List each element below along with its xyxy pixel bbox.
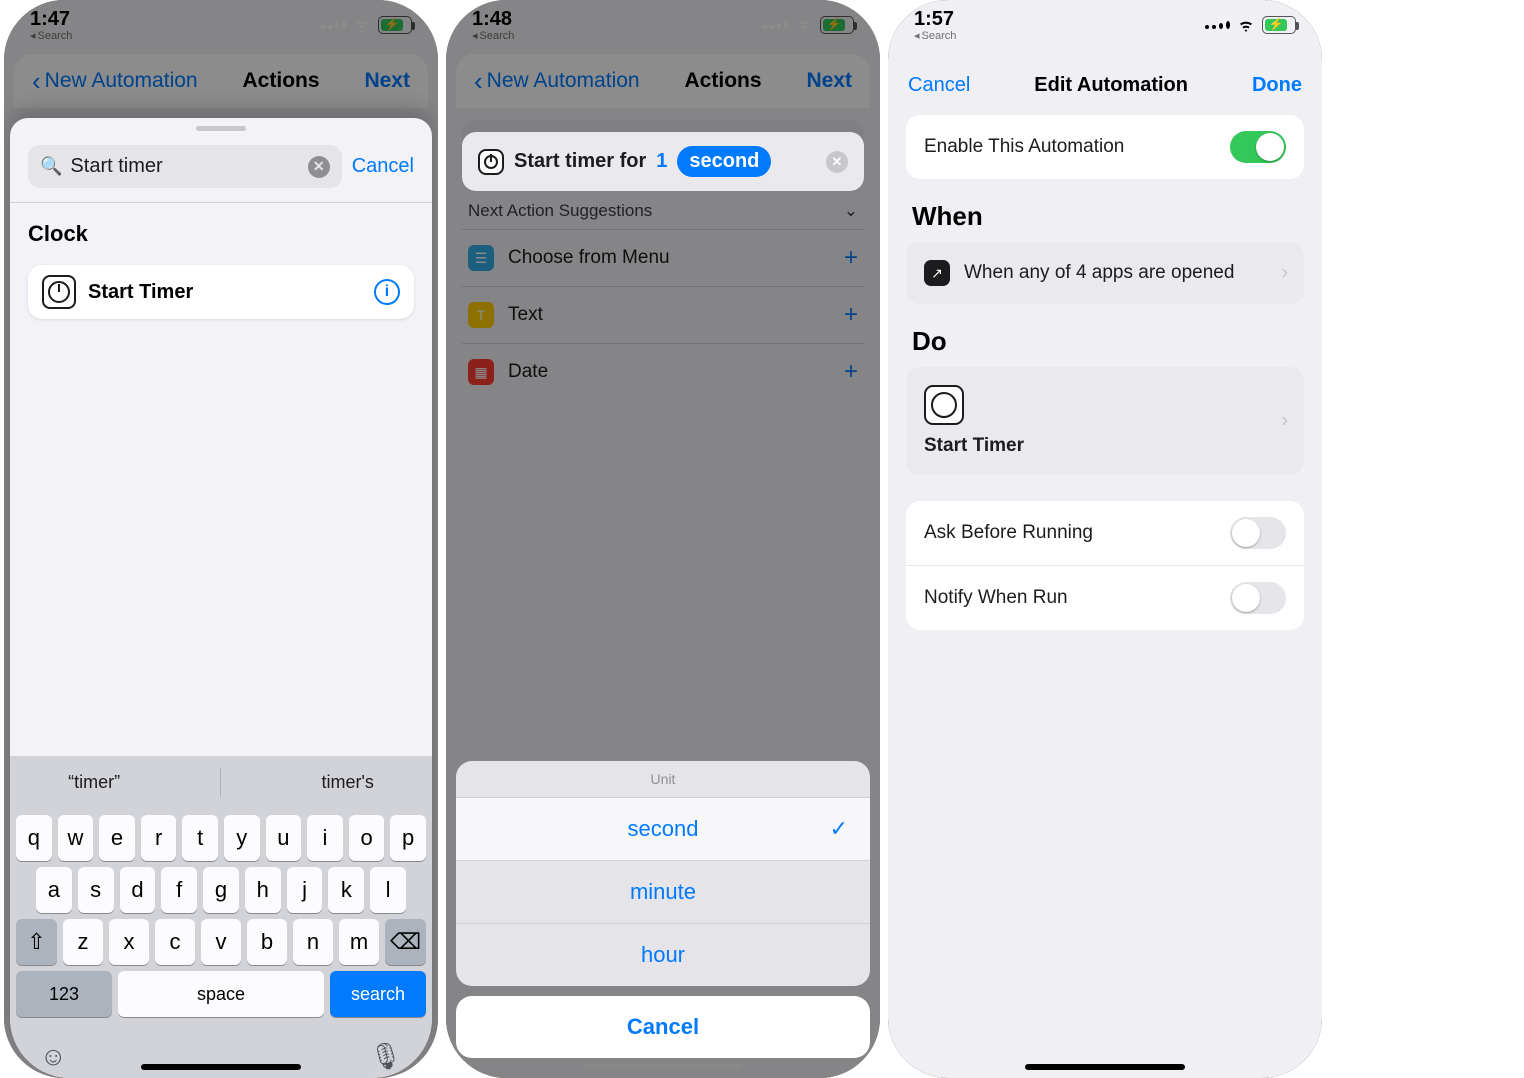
emoji-key[interactable]: ☺ [40,1041,67,1072]
key-m[interactable]: m [339,919,379,965]
key-s[interactable]: s [78,867,114,913]
key-x[interactable]: x [109,919,149,965]
backspace-key[interactable]: ⌫ [385,919,426,965]
notify-when-run-label: Notify When Run [924,587,1068,609]
when-description: When any of 4 apps are opened [964,262,1234,284]
key-i[interactable]: i [307,815,343,861]
when-trigger-row[interactable]: When any of 4 apps are opened › [906,242,1304,304]
key-t[interactable]: t [182,815,218,861]
panel-1: 1:47 ◂ Search ⚡ ‹New Automation Actions … [4,0,438,1078]
battery-icon: ⚡ [1262,16,1296,34]
key-g[interactable]: g [203,867,239,913]
key-r[interactable]: r [141,815,177,861]
do-action-row[interactable]: Start Timer › [906,367,1304,475]
wifi-icon [1236,18,1256,32]
clock-icon [924,385,964,425]
checkmark-icon: ✓ [830,816,848,842]
key-w[interactable]: w [58,815,94,861]
picker-cancel-button[interactable]: Cancel [456,996,870,1058]
remove-action-icon[interactable]: ✕ [826,151,848,173]
status-bar: 1:57 ◂ Search ⚡ [888,0,1322,50]
app-open-icon [924,260,950,286]
key-y[interactable]: y [224,815,260,861]
cancel-button[interactable]: Cancel [908,74,970,97]
key-e[interactable]: e [99,815,135,861]
key-v[interactable]: v [201,919,241,965]
prediction-1[interactable]: “timer” [52,768,136,797]
notify-when-run-toggle[interactable] [1230,582,1286,614]
key-f[interactable]: f [161,867,197,913]
home-indicator[interactable] [1025,1064,1185,1070]
panel-2: 1:48 ◂ Search ⚡ ‹New Automation Actions … [446,0,880,1078]
home-indicator[interactable] [583,1064,743,1070]
sheet-handle[interactable] [196,126,246,131]
key-b[interactable]: b [247,919,287,965]
space-key[interactable]: space [118,971,324,1017]
picker-option-hour[interactable]: hour [456,923,870,986]
key-c[interactable]: c [155,919,195,965]
key-k[interactable]: k [328,867,364,913]
picker-option-minute[interactable]: minute [456,860,870,923]
dictation-key[interactable]: 🎙 [369,1041,402,1072]
key-a[interactable]: a [36,867,72,913]
key-d[interactable]: d [120,867,156,913]
search-key[interactable]: search [330,971,426,1017]
do-action-label: Start Timer [924,435,1024,457]
chevron-right-icon: › [1281,262,1288,285]
key-l[interactable]: l [370,867,406,913]
run-options-list: Ask Before Running Notify When Run [906,501,1304,630]
key-q[interactable]: q [16,815,52,861]
key-h[interactable]: h [245,867,281,913]
result-start-timer[interactable]: Start Timer i [28,265,414,319]
enable-automation-toggle[interactable] [1230,131,1286,163]
status-time: 1:57 [914,8,954,31]
shift-key[interactable]: ⇧ [16,919,57,965]
section-do: Do [912,326,1298,357]
picker-option-second[interactable]: second ✓ [456,797,870,860]
enable-automation-label: Enable This Automation [924,136,1124,158]
panel-3: 1:57 ◂ Search ⚡ Cancel Edit Automation D… [888,0,1322,1078]
search-sheet: 🔍 Start timer ✕ Cancel Clock Start Timer… [10,118,432,1078]
section-header-clock: Clock [10,203,432,265]
picker-title: Unit [456,761,870,797]
back-to-search[interactable]: ◂ Search [914,29,956,42]
ask-before-running-label: Ask Before Running [924,522,1093,544]
key-z[interactable]: z [63,919,103,965]
search-input[interactable]: 🔍 Start timer ✕ [28,145,342,188]
clock-icon [42,275,76,309]
keyboard: “timer” timer's q w e r t y u i o [10,756,432,1078]
prediction-2[interactable]: timer's [305,768,389,797]
nav-title: Edit Automation [1034,74,1188,97]
search-cancel[interactable]: Cancel [352,155,414,178]
chevron-right-icon: › [1281,410,1288,433]
key-n[interactable]: n [293,919,333,965]
done-button[interactable]: Done [1252,74,1302,97]
action-block-start-timer-highlighted[interactable]: Start timer for 1 second ✕ [462,132,864,191]
key-p[interactable]: p [390,815,426,861]
enable-automation-row: Enable This Automation [906,115,1304,179]
key-o[interactable]: o [349,815,385,861]
key-u[interactable]: u [266,815,302,861]
nav-bar: Cancel Edit Automation Done [888,50,1322,115]
ask-before-running-toggle[interactable] [1230,517,1286,549]
search-icon: 🔍 [40,156,62,177]
search-value: Start timer [70,155,162,178]
key-j[interactable]: j [287,867,323,913]
info-icon[interactable]: i [374,279,400,305]
numbers-key[interactable]: 123 [16,971,112,1017]
section-when: When [912,201,1298,232]
result-label: Start Timer [88,281,193,304]
clear-icon[interactable]: ✕ [308,156,330,178]
home-indicator[interactable] [141,1064,301,1070]
unit-picker: Unit second ✓ minute hour Cancel [456,761,870,1058]
clock-icon [478,149,504,175]
